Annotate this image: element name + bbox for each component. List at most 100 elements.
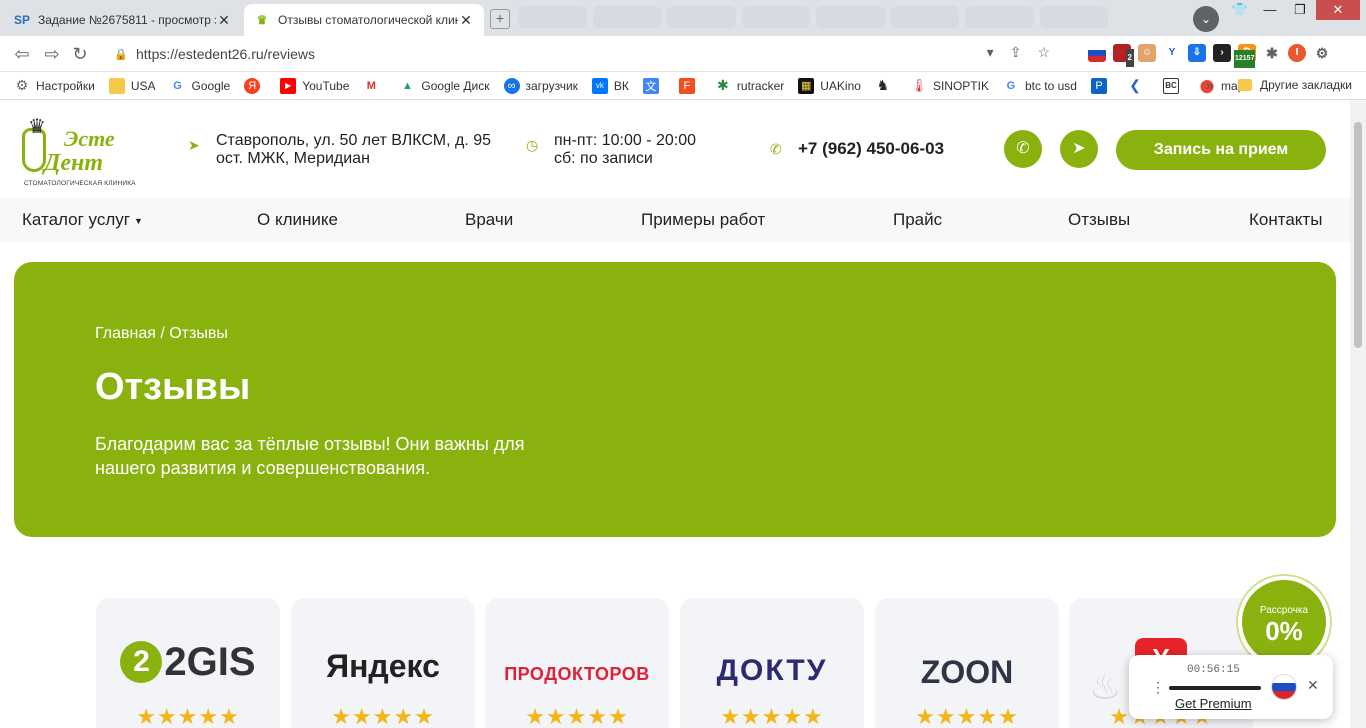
review-card-prodoctorov[interactable]: ПРОДОКТОРОВ ★★★★★ [485, 598, 669, 728]
dropdown-icon[interactable]: ▾ [987, 44, 994, 61]
bookmark-usa[interactable]: USA [108, 77, 156, 94]
tooth-icon: ♛ [256, 13, 268, 27]
menu-item-contacts[interactable]: Контакты [1249, 198, 1322, 242]
main-menu: Каталог услуг ▼ О клинике Врачи Примеры р… [0, 198, 1350, 242]
close-window-button[interactable]: ✕ [1316, 0, 1360, 20]
reload-icon[interactable]: ↻ [70, 44, 90, 64]
address-bar[interactable]: 🔒 https://estedent26.ru/reviews [104, 41, 1044, 67]
chess-icon: ♞ [876, 77, 890, 93]
other-bookmarks[interactable]: Другие закладки [1238, 78, 1352, 92]
background-tab[interactable] [965, 6, 1034, 28]
background-tab[interactable] [1039, 6, 1108, 28]
bookmark-p[interactable]: P [1090, 77, 1113, 94]
background-tab[interactable] [816, 6, 885, 28]
russia-flag-icon[interactable] [1271, 674, 1297, 700]
y-icon[interactable]: Y [1163, 44, 1181, 62]
bookmark-star-icon[interactable]: ☆ [1037, 44, 1050, 61]
menu-icon[interactable]: ⚙ [1313, 44, 1331, 62]
menu-item-about[interactable]: О клинике [257, 198, 338, 242]
bookmarks-more-button[interactable]: » [1206, 78, 1213, 93]
installment-label: Рассрочка [1259, 605, 1309, 616]
shield-icon[interactable]: 2 [1113, 44, 1134, 67]
bookmark-drive[interactable]: ▲ Google Диск [399, 78, 490, 94]
progress-bar[interactable] [1169, 686, 1261, 690]
bookmark-vk[interactable]: vk ВК [591, 77, 629, 94]
puzzle-icon[interactable]: ✱ [1263, 44, 1281, 62]
bookmark-youtube[interactable]: ▶ YouTube [280, 77, 350, 94]
tab-task[interactable]: SP Задание №2675811 - просмотр з ✕ [4, 4, 242, 36]
bookmark-label: YouTube [302, 78, 350, 93]
bookmark-uakino[interactable]: ▦ UAKino [798, 77, 861, 94]
bookmark-label: USA [130, 78, 156, 93]
tab-search-icon[interactable]: ⌄ [1193, 6, 1219, 32]
yandex-icon: Я [244, 77, 261, 94]
background-tab[interactable] [890, 6, 959, 28]
site-logo[interactable]: ♛ Эсте Дент СТОМАТОЛОГИЧЕСКАЯ КЛИНИКА [22, 114, 148, 188]
more-options-icon[interactable]: ⋮ [1151, 679, 1165, 696]
bookmark-sinoptik[interactable]: 🌡 SINOPTIK [911, 78, 989, 94]
minimize-button[interactable]: — [1256, 0, 1284, 20]
maximize-button[interactable]: ❐ [1286, 0, 1314, 20]
bookmark-f[interactable]: F [678, 77, 701, 94]
media-widget: 00:56:15 ⋮ Get Premium ✕ [1129, 655, 1333, 719]
review-card-zoon[interactable]: ZOON ★★★★★ [875, 598, 1059, 728]
menu-label: Каталог услуг [22, 210, 130, 229]
bookmark-loader[interactable]: ∞ загрузчик [503, 77, 578, 94]
bookmark-google[interactable]: G Google [170, 78, 230, 94]
phone-number[interactable]: +7 (962) 450-06-03 [798, 140, 944, 158]
bitcoin-icon[interactable]: ₿12157 [1234, 44, 1256, 68]
background-tab[interactable] [518, 6, 587, 28]
back-arrow-icon[interactable]: ⇦ [12, 44, 32, 64]
shirt-icon[interactable]: 👕 [1226, 0, 1254, 20]
close-icon[interactable]: ✕ [458, 12, 474, 29]
profile-avatar[interactable]: I [1288, 44, 1306, 62]
bookmark-btc[interactable]: Gbtc to usd [1003, 78, 1077, 94]
review-card-2gis[interactable]: 2 2GIS ★★★★★ [96, 598, 280, 728]
bookmark-label: ВК [613, 78, 629, 93]
background-tab[interactable] [592, 6, 661, 28]
bookmark-label: Google Диск [421, 78, 490, 93]
background-tab[interactable] [741, 6, 810, 28]
bookmark-label: rutracker [736, 78, 785, 93]
phone-block[interactable]: ✆ +7 (962) 450-06-03 [770, 140, 944, 158]
menu-item-catalog[interactable]: Каталог услуг ▼ [22, 198, 143, 242]
bookmark-label: UAKino [820, 78, 861, 93]
bookmark-settings[interactable]: ⚙ Настройки [14, 77, 95, 94]
menu-item-doctors[interactable]: Врачи [465, 198, 513, 242]
bookmark-bc[interactable]: BC [1162, 77, 1185, 94]
youtube-icon: ▶ [280, 77, 297, 94]
background-tab[interactable] [667, 6, 736, 28]
breadcrumb[interactable]: Главная / Отзывы [95, 325, 228, 343]
telegram-icon[interactable]: ➤ [1060, 130, 1098, 168]
face-icon[interactable]: ☺ [1138, 44, 1156, 62]
whatsapp-icon[interactable]: ✆ [1004, 130, 1042, 168]
menu-item-works[interactable]: Примеры работ [641, 198, 765, 242]
rating-stars: ★★★★★ [720, 704, 824, 728]
forward-arrow-icon[interactable]: ⇨ [42, 44, 62, 64]
bookmark-rutracker[interactable]: ✱ rutracker [715, 77, 785, 94]
review-card-doktu[interactable]: ДОКТУ ★★★★★ [680, 598, 864, 728]
bookmark-arrow[interactable]: ❮ [1127, 77, 1149, 94]
bookmark-yandex[interactable]: Я [244, 77, 266, 94]
russia-flag-icon[interactable] [1088, 44, 1106, 62]
scrollbar-thumb[interactable] [1354, 122, 1362, 348]
bookmark-chess[interactable]: ♞ [875, 77, 897, 94]
close-icon[interactable]: ✕ [1307, 677, 1319, 694]
menu-item-reviews[interactable]: Отзывы [1068, 198, 1130, 242]
close-icon[interactable]: ✕ [216, 12, 232, 29]
page-scrollbar[interactable] [1350, 100, 1366, 728]
menu-item-prices[interactable]: Прайс [893, 198, 942, 242]
terminal-icon[interactable]: › [1213, 44, 1231, 62]
gmail-icon: M [366, 79, 376, 92]
thermometer-icon: 🌡 [910, 77, 928, 93]
bookmark-translate[interactable]: 文 [642, 77, 665, 94]
appointment-button[interactable]: Запись на прием [1116, 130, 1326, 170]
review-card-yandex[interactable]: Яндекс ★★★★★ [291, 598, 475, 728]
new-tab-button[interactable]: + [490, 9, 510, 29]
tab-reviews[interactable]: ♛ Отзывы стоматологической клин ✕ [244, 4, 484, 36]
download-icon[interactable]: ⇩ [1188, 44, 1206, 62]
bookmark-gmail[interactable]: M [363, 78, 385, 94]
get-premium-link[interactable]: Get Premium [1175, 696, 1252, 711]
share-icon[interactable]: ⇪ [1010, 44, 1022, 61]
address-line: Ставрополь, ул. 50 лет ВЛКСМ, д. 95 [216, 132, 492, 149]
